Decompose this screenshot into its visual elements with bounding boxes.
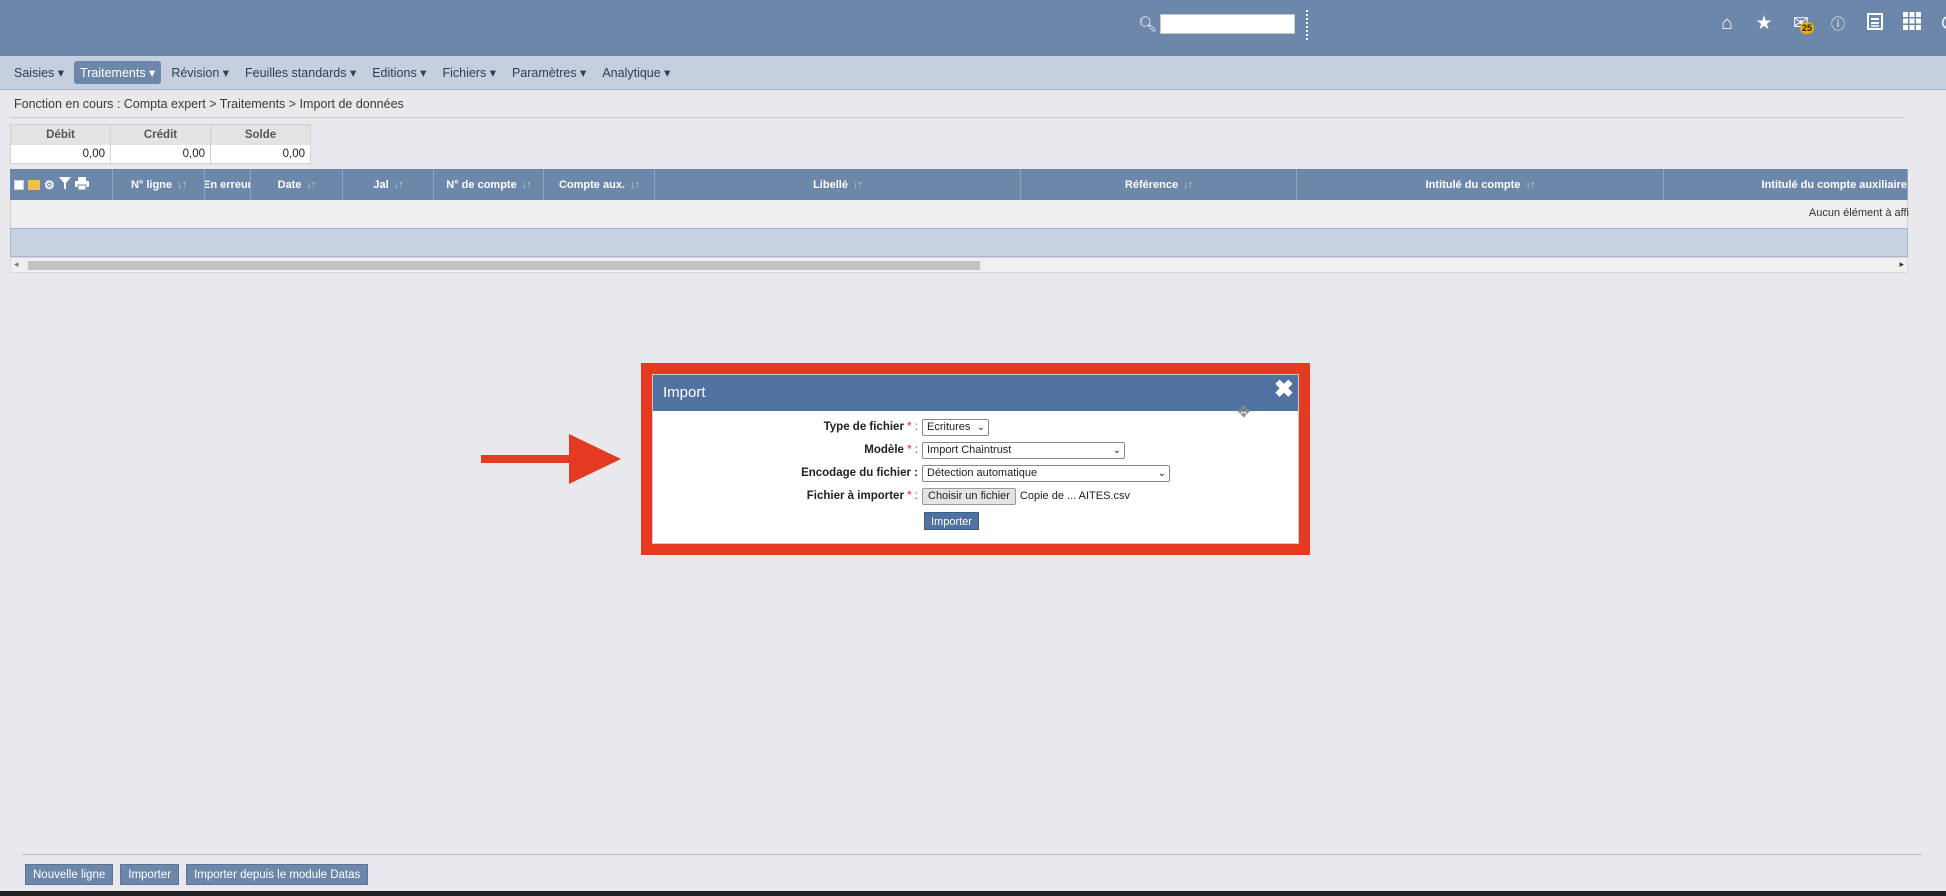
new-line-button[interactable]: Nouvelle ligne — [25, 864, 114, 885]
total-credit: Crédit 0,00 — [110, 124, 211, 164]
menu-traitements[interactable]: Traitements ▾ — [74, 61, 162, 84]
encodage-select[interactable]: Détection automatique ⌄ — [922, 464, 1170, 482]
entries-grid: ⚙ N° ligne ↓↑ En erreur Date ↓↑ Jal ↓↑ N° d… — [10, 169, 1909, 273]
sort-icon[interactable]: ↓↑ — [1525, 179, 1535, 191]
scrollbar-thumb[interactable] — [28, 261, 980, 270]
import-submit-button[interactable]: Importer — [924, 512, 979, 530]
folder-icon[interactable] — [28, 179, 40, 190]
file-name: Copie de ... AITES.csv — [1019, 490, 1130, 502]
columns-icon[interactable]: ⚙ — [44, 178, 55, 192]
close-icon[interactable]: ✖ — [1274, 375, 1294, 405]
total-label: Débit — [11, 125, 110, 145]
row-fichier: Fichier à importer * : Choisir un fichie… — [653, 486, 1298, 506]
star-icon[interactable]: ★ — [1753, 13, 1775, 35]
divider — [10, 117, 1904, 118]
col-n-compte[interactable]: N° de compte ↓↑ — [434, 169, 544, 200]
chevron-down-icon: ⌄ — [1157, 467, 1166, 479]
total-value: 0,00 — [211, 145, 310, 163]
apps-icon[interactable] — [1901, 12, 1923, 36]
empty-message: Aucun élément à affi — [1808, 207, 1909, 219]
sort-icon[interactable]: ↓↑ — [1183, 179, 1193, 191]
chevron-down-icon: ⌄ — [976, 421, 985, 433]
breadcrumb: Fonction en cours : Compta expert > Trai… — [14, 97, 404, 111]
home-icon[interactable]: ⌂ — [1716, 13, 1738, 35]
row-modele: Modèle * : Import Chaintrust ⌄ — [653, 440, 1298, 460]
total-value: 0,00 — [111, 145, 210, 163]
total-debit: Débit 0,00 — [10, 124, 111, 164]
col-intitule-compte[interactable]: Intitulé du compte ↓↑ — [1297, 169, 1664, 200]
row-type-fichier: Type de fichier * : Ecritures ⌄ — [653, 417, 1298, 437]
import-datas-button[interactable]: Importer depuis le module Datas — [186, 864, 369, 885]
sort-icon[interactable]: ↓↑ — [394, 179, 404, 191]
power-icon[interactable]: ⏻ — [1938, 13, 1946, 35]
search-box: 🔍︎ — [1138, 14, 1296, 34]
search-icon[interactable]: 🔍︎ — [1138, 15, 1157, 33]
grid-toolbar: ⚙ — [10, 169, 113, 200]
chevron-down-icon: ⌄ — [1112, 444, 1121, 456]
import-button[interactable]: Importer — [120, 864, 180, 885]
top-icons: ⌂ ★ ✉25 ⓘ ⏻ — [1716, 12, 1946, 36]
menu-saisies[interactable]: Saisies ▾ — [8, 61, 70, 84]
import-dialog: Import ✖ ✥ Type de fichier * : Ecritures… — [652, 374, 1299, 544]
menu-revision[interactable]: Révision ▾ — [165, 61, 235, 84]
col-en-erreur[interactable]: En erreur — [205, 169, 251, 200]
total-label: Solde — [211, 125, 310, 145]
screen-bottom-edge — [0, 891, 1946, 896]
toolbar-divider — [1306, 10, 1308, 40]
menu-editions[interactable]: Editions ▾ — [366, 61, 432, 84]
footer-divider — [22, 854, 1922, 855]
field-label: Modèle * : — [864, 444, 918, 456]
menu-feuilles-standards[interactable]: Feuilles standards ▾ — [239, 61, 362, 84]
menu-analytique[interactable]: Analytique ▾ — [596, 61, 676, 84]
type-fichier-select[interactable]: Ecritures ⌄ — [922, 418, 989, 436]
field-label: Type de fichier * : — [823, 421, 918, 433]
col-jal[interactable]: Jal ↓↑ — [343, 169, 434, 200]
sort-icon[interactable]: ↓↑ — [522, 179, 532, 191]
totals-table: Débit 0,00 Crédit 0,00 Solde 0,00 — [10, 124, 311, 164]
calendar-icon[interactable] — [1864, 12, 1886, 36]
scroll-right-icon[interactable]: ▸ — [1899, 259, 1904, 270]
modele-select[interactable]: Import Chaintrust ⌄ — [922, 441, 1125, 459]
field-label: Encodage du fichier : — [801, 467, 918, 479]
grid-header: ⚙ N° ligne ↓↑ En erreur Date ↓↑ Jal ↓↑ N° d… — [10, 169, 1908, 200]
highlight-frame: Import ✖ ✥ Type de fichier * : Ecritures… — [641, 363, 1310, 555]
mail-icon[interactable]: ✉25 — [1790, 13, 1815, 35]
help-icon[interactable]: ⓘ — [1827, 13, 1849, 35]
scroll-left-icon[interactable]: ◂ — [14, 259, 19, 270]
filter-icon[interactable] — [58, 176, 71, 193]
col-compte-aux[interactable]: Compte aux. ↓↑ — [544, 169, 655, 200]
sort-icon[interactable]: ↓↑ — [177, 179, 187, 191]
main-menu: Saisies ▾ Traitements ▾ Révision ▾ Feuil… — [0, 56, 1946, 90]
horizontal-scrollbar[interactable]: ◂ ▸ — [10, 257, 1908, 273]
dialog-title: Import — [663, 384, 706, 401]
col-reference[interactable]: Référence ↓↑ — [1021, 169, 1297, 200]
select-all-checkbox[interactable] — [14, 179, 24, 190]
field-label: Fichier à importer * : — [806, 490, 918, 502]
mail-badge: 25 — [1800, 22, 1815, 34]
totals-row — [10, 228, 1908, 257]
red-arrow-annotation — [481, 434, 621, 484]
sort-icon[interactable]: ↓↑ — [853, 179, 863, 191]
row-encodage: Encodage du fichier : Détection automati… — [653, 463, 1298, 483]
sort-icon[interactable]: ↓↑ — [306, 179, 316, 191]
col-n-ligne[interactable]: N° ligne ↓↑ — [113, 169, 205, 200]
total-solde: Solde 0,00 — [210, 124, 311, 164]
top-bar: 🔍︎ ⌂ ★ ✉25 ⓘ ⏻ — [0, 0, 1946, 56]
choose-file-button[interactable]: Choisir un fichier — [922, 487, 1016, 505]
empty-row: Aucun élément à affi — [10, 200, 1909, 228]
total-label: Crédit — [111, 125, 210, 145]
print-icon[interactable] — [74, 176, 89, 193]
sort-icon[interactable]: ↓↑ — [630, 179, 640, 191]
col-intitule-compte-aux[interactable]: Intitulé du compte auxiliaire — [1664, 169, 1908, 200]
menu-parametres[interactable]: Paramètres ▾ — [506, 61, 592, 84]
menu-fichiers[interactable]: Fichiers ▾ — [436, 61, 502, 84]
col-libelle[interactable]: Libellé ↓↑ — [655, 169, 1021, 200]
footer-actions: Nouvelle ligne Importer Importer depuis … — [25, 864, 369, 885]
col-date[interactable]: Date ↓↑ — [251, 169, 343, 200]
search-input[interactable] — [1160, 14, 1296, 34]
total-value: 0,00 — [11, 145, 110, 163]
dialog-header[interactable]: Import ✖ — [653, 375, 1298, 411]
